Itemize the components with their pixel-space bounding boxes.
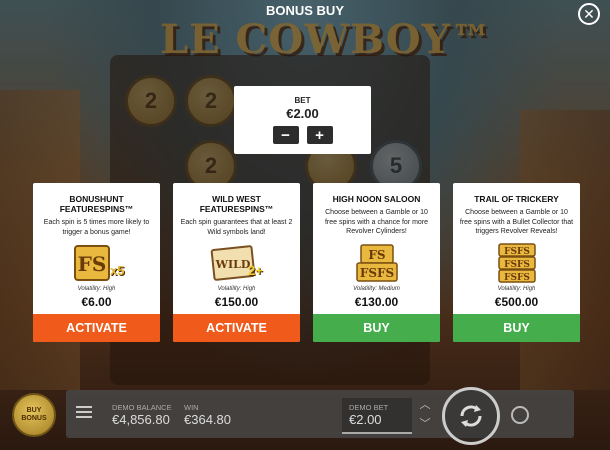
fs-triple-icon: FSFS FSFS FSFS <box>453 241 580 285</box>
activate-button[interactable]: ACTIVATE <box>173 314 300 342</box>
spin-button[interactable] <box>442 387 500 445</box>
buy-button[interactable]: BUY <box>453 314 580 342</box>
chevron-down-icon[interactable]: ﹀ <box>419 418 431 430</box>
bet-selector: BET €2.00 − + <box>234 86 371 154</box>
svg-text:FSFS: FSFS <box>359 266 393 280</box>
card-title: BONUSHUNT FEATURESPINS™ <box>59 194 134 214</box>
win-value: €364.80 <box>184 412 231 427</box>
volatility-label: Volatility: High <box>77 286 116 292</box>
bonus-card-wild-west: WILD WEST FEATURESPINS™ Each spin guaran… <box>173 183 300 342</box>
card-description: Each spin is 5 times more likely to trig… <box>43 219 150 236</box>
svg-text:FSFS: FSFS <box>504 260 530 270</box>
card-title: TRAIL OF TRICKERY <box>474 194 559 204</box>
bonus-card-high-noon-saloon: HIGH NOON SALOON Choose between a Gamble… <box>313 183 440 342</box>
activate-button[interactable]: ACTIVATE <box>33 314 160 342</box>
win-label: WIN <box>184 403 199 412</box>
buy-bonus-button[interactable]: BUY BONUS <box>12 393 56 437</box>
wild-2plus-icon: WILD 2+ <box>173 241 300 285</box>
menu-icon[interactable] <box>76 406 92 419</box>
demo-balance-value: €4,856.80 <box>112 412 170 427</box>
bonus-card-trail-of-trickery: TRAIL OF TRICKERY Choose between a Gambl… <box>453 183 580 342</box>
bet-increase-button[interactable]: + <box>306 126 333 144</box>
card-price: €130.00 <box>354 295 399 309</box>
spin-arrows-icon <box>460 405 482 427</box>
autoplay-icon[interactable] <box>511 406 529 424</box>
bet-decrease-button[interactable]: − <box>272 126 299 144</box>
volatility-label: Volatility: Medium <box>353 286 400 292</box>
svg-text:FSFS: FSFS <box>504 247 530 257</box>
volatility-label: Volatility: High <box>497 286 536 292</box>
chevron-up-icon[interactable]: ︿ <box>419 399 431 411</box>
demo-bet-value: €2.00 <box>349 412 382 427</box>
close-icon[interactable]: ✕ <box>578 3 600 25</box>
card-price: €150.00 <box>214 295 259 309</box>
bonus-card-bonushunt: BONUSHUNT FEATURESPINS™ Each spin is 5 t… <box>33 183 160 342</box>
svg-text:FSFS: FSFS <box>504 273 530 283</box>
demo-balance-label: DEMO BALANCE <box>112 403 172 412</box>
bonus-cards: BONUSHUNT FEATURESPINS™ Each spin is 5 t… <box>33 183 580 342</box>
svg-text:FS: FS <box>77 252 106 276</box>
fs-double-icon: FS FSFS <box>313 241 440 285</box>
volatility-label: Volatility: High <box>217 286 256 292</box>
bet-label: BET <box>294 96 311 105</box>
card-price: €500.00 <box>494 295 539 309</box>
card-badge: 2+ <box>248 263 263 278</box>
bet-value: €2.00 <box>286 106 319 121</box>
card-description: Choose between a Gamble or 10 free spins… <box>459 209 574 235</box>
card-title: HIGH NOON SALOON <box>332 194 421 204</box>
card-description: Each spin guarantees that at least 2 Wil… <box>180 219 293 236</box>
svg-text:FS: FS <box>368 248 385 262</box>
svg-text:WILD: WILD <box>214 258 250 271</box>
card-badge: x5 <box>110 263 125 278</box>
card-title: WILD WEST FEATURESPINS™ <box>199 194 274 214</box>
demo-bet-label: DEMO BET <box>349 403 389 412</box>
modal-title: BONUS BUY <box>265 3 344 18</box>
card-description: Choose between a Gamble or 10 free spins… <box>324 209 429 235</box>
card-price: €6.00 <box>81 295 112 309</box>
fs-x5-icon: FS x5 <box>33 241 160 285</box>
buy-button[interactable]: BUY <box>313 314 440 342</box>
